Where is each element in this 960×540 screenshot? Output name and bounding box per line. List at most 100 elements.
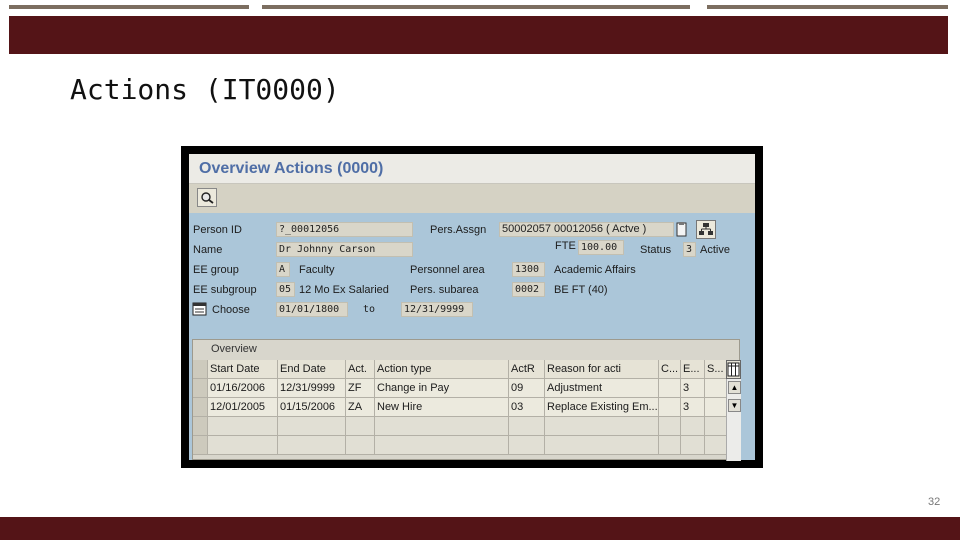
choose-label: Choose xyxy=(212,304,250,316)
status-text: Active xyxy=(700,244,730,256)
table-settings-button[interactable] xyxy=(726,360,741,379)
ee-group-label: EE group xyxy=(193,264,239,276)
empty-cell xyxy=(208,436,278,455)
choose-period-icon[interactable] xyxy=(192,302,207,316)
end-date-cell: 12/31/9999 xyxy=(278,379,346,398)
select-all-cell[interactable] xyxy=(193,360,208,379)
choose-to-field[interactable]: 12/31/9999 xyxy=(401,302,473,317)
person-id-field[interactable]: ?_00012056 xyxy=(276,222,413,237)
column-header[interactable]: S... xyxy=(705,360,727,379)
column-header[interactable]: E... xyxy=(681,360,705,379)
personnel-area-label: Personnel area xyxy=(410,264,485,276)
application-toolbar xyxy=(189,184,755,213)
column-header[interactable]: Reason for acti xyxy=(545,360,659,379)
table-header-row: Start Date End Date Act. Action type Act… xyxy=(193,360,727,379)
pers-subarea-field[interactable]: 0002 xyxy=(512,282,545,297)
column-header[interactable]: C... xyxy=(659,360,681,379)
scroll-down-button[interactable]: ▼ xyxy=(728,399,741,412)
column-header[interactable]: Action type xyxy=(375,360,509,379)
slide-title: Actions (IT0000) xyxy=(70,73,340,106)
s-cell xyxy=(705,398,727,417)
empty-cell xyxy=(375,436,509,455)
choose-from-field[interactable]: 01/01/1800 xyxy=(276,302,348,317)
overview-label: Overview xyxy=(211,343,257,355)
empty-cell xyxy=(705,417,727,436)
action-type-cell: Change in Pay xyxy=(375,379,509,398)
org-structure-button[interactable] xyxy=(696,220,716,239)
overview-search-icon xyxy=(201,192,214,204)
vertical-scrollbar[interactable]: ▲ ▼ xyxy=(726,379,741,461)
fte-field[interactable]: 100.00 xyxy=(578,240,624,255)
footer-band xyxy=(0,517,960,540)
empty-cell xyxy=(659,417,681,436)
column-header[interactable]: End Date xyxy=(278,360,346,379)
start-date-cell: 12/01/2005 xyxy=(208,398,278,417)
sap-title-bar: Overview Actions (0000) xyxy=(189,154,755,184)
pers-subarea-text: BE FT (40) xyxy=(554,284,608,296)
column-header[interactable]: ActR xyxy=(509,360,545,379)
action-reason-cell: 09 xyxy=(509,379,545,398)
empty-cell xyxy=(278,436,346,455)
empty-cell xyxy=(705,436,727,455)
e-cell: 3 xyxy=(681,398,705,417)
e-cell: 3 xyxy=(681,379,705,398)
org-structure-icon xyxy=(699,223,713,235)
empty-cell xyxy=(545,436,659,455)
empty-cell xyxy=(509,417,545,436)
row-selector[interactable] xyxy=(193,379,208,398)
pers-assgn-field[interactable]: 50002057 00012056 ( Actve ) xyxy=(499,222,674,237)
action-reason-cell: 03 xyxy=(509,398,545,417)
screen-title: Overview Actions (0000) xyxy=(199,160,384,177)
c-cell xyxy=(659,398,681,417)
ee-subgroup-text: 12 Mo Ex Salaried xyxy=(299,284,389,296)
c-cell xyxy=(659,379,681,398)
table-row[interactable]: 12/01/2005 01/15/2006 ZA New Hire 03 Rep… xyxy=(193,398,727,417)
table-row[interactable]: 01/16/2006 12/31/9999 ZF Change in Pay 0… xyxy=(193,379,727,398)
empty-cell xyxy=(278,417,346,436)
overview-search-button[interactable] xyxy=(197,188,217,207)
row-selector[interactable] xyxy=(193,398,208,417)
fte-label: FTE xyxy=(555,240,576,252)
end-date-cell: 01/15/2006 xyxy=(278,398,346,417)
action-type-cell: New Hire xyxy=(375,398,509,417)
header-data-area: Person ID ?_00012056 Pers.Assgn 50002057… xyxy=(189,213,755,461)
top-rule-2 xyxy=(262,5,690,9)
empty-row[interactable] xyxy=(193,417,727,436)
clipboard-icon[interactable] xyxy=(675,221,688,238)
name-field[interactable]: Dr Johnny Carson xyxy=(276,242,413,257)
status-field[interactable]: 3 xyxy=(683,242,696,257)
empty-cell xyxy=(375,417,509,436)
reason-text-cell: Replace Existing Em... xyxy=(545,398,659,417)
empty-cell xyxy=(681,417,705,436)
row-selector[interactable] xyxy=(193,436,208,455)
status-label: Status xyxy=(640,244,672,256)
top-rule-3 xyxy=(707,5,948,9)
empty-cell xyxy=(346,436,375,455)
sap-screenshot: Overview Actions (0000) Person ID ?_0001… xyxy=(181,146,763,468)
ee-group-text: Faculty xyxy=(299,264,335,276)
top-rule-1 xyxy=(9,5,249,9)
reason-text-cell: Adjustment xyxy=(545,379,659,398)
personnel-area-field[interactable]: 1300 xyxy=(512,262,545,277)
column-header[interactable]: Act. xyxy=(346,360,375,379)
scroll-up-button[interactable]: ▲ xyxy=(728,381,741,394)
empty-cell xyxy=(681,436,705,455)
pers-assgn-label: Pers.Assgn xyxy=(430,224,487,236)
name-label: Name xyxy=(193,244,223,256)
action-cell: ZA xyxy=(346,398,375,417)
header-band xyxy=(9,16,948,54)
ee-group-field[interactable]: A xyxy=(276,262,290,277)
personnel-area-text: Academic Affairs xyxy=(554,264,636,276)
start-date-cell: 01/16/2006 xyxy=(208,379,278,398)
row-selector[interactable] xyxy=(193,417,208,436)
column-header[interactable]: Start Date xyxy=(208,360,278,379)
table-settings-icon xyxy=(727,362,740,377)
action-cell: ZF xyxy=(346,379,375,398)
s-cell xyxy=(705,379,727,398)
empty-cell xyxy=(346,417,375,436)
pers-subarea-label: Pers. subarea xyxy=(410,284,479,296)
empty-row[interactable] xyxy=(193,436,727,455)
empty-cell xyxy=(509,436,545,455)
person-id-label: Person ID xyxy=(193,224,242,236)
ee-subgroup-field[interactable]: 05 xyxy=(276,282,295,297)
